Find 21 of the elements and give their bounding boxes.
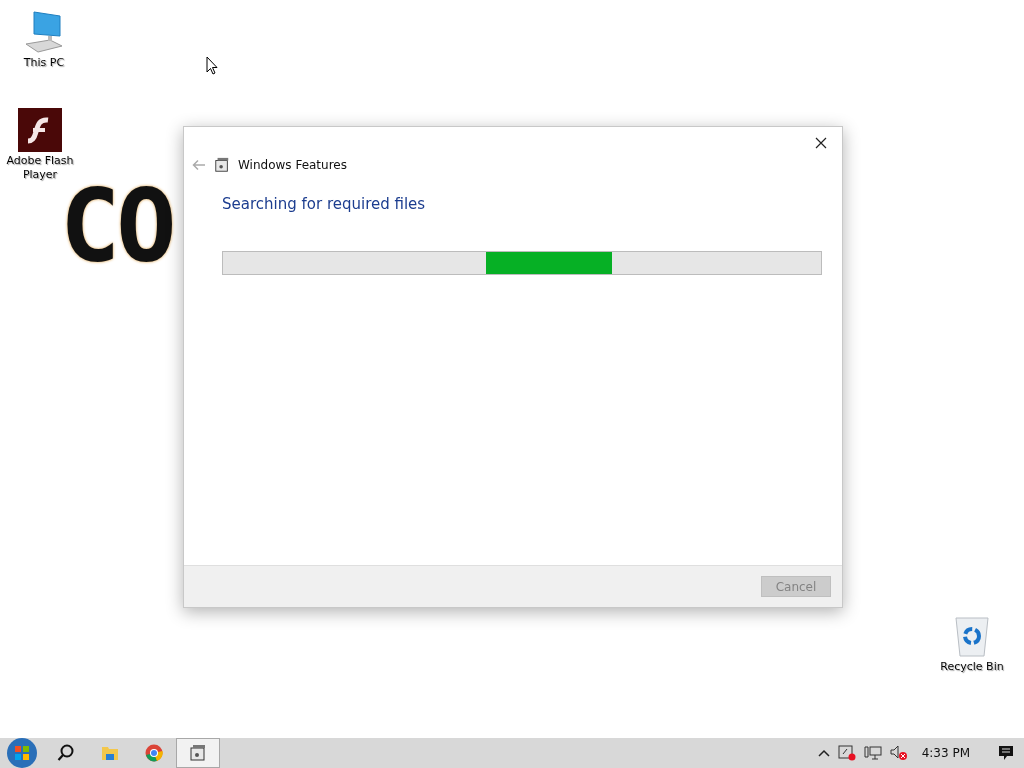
speaker-muted-icon[interactable] <box>889 745 908 761</box>
search-icon <box>57 744 75 762</box>
cursor-icon <box>206 56 218 75</box>
desktop-icon-label[interactable]: Recycle Bin <box>940 660 1004 674</box>
computer-icon <box>24 10 64 54</box>
window-features-icon <box>189 744 207 762</box>
network-icon[interactable] <box>863 745 882 761</box>
clock[interactable]: 4:33 PM <box>921 746 970 760</box>
notification-icon[interactable] <box>998 745 1014 761</box>
chrome-icon <box>145 744 163 762</box>
folder-icon <box>101 745 119 761</box>
recycle-bin-icon <box>952 614 992 658</box>
status-heading: Searching for required files <box>222 195 427 213</box>
chevron-up-icon[interactable] <box>817 749 830 757</box>
close-icon[interactable] <box>815 137 827 149</box>
window-features-icon <box>214 157 230 173</box>
flash-player-icon <box>18 108 62 152</box>
window-title: Windows Features <box>238 158 347 172</box>
security-icon[interactable] <box>837 745 856 761</box>
desktop-icon-label[interactable]: This PC <box>23 56 65 70</box>
start-icon <box>5 738 39 768</box>
